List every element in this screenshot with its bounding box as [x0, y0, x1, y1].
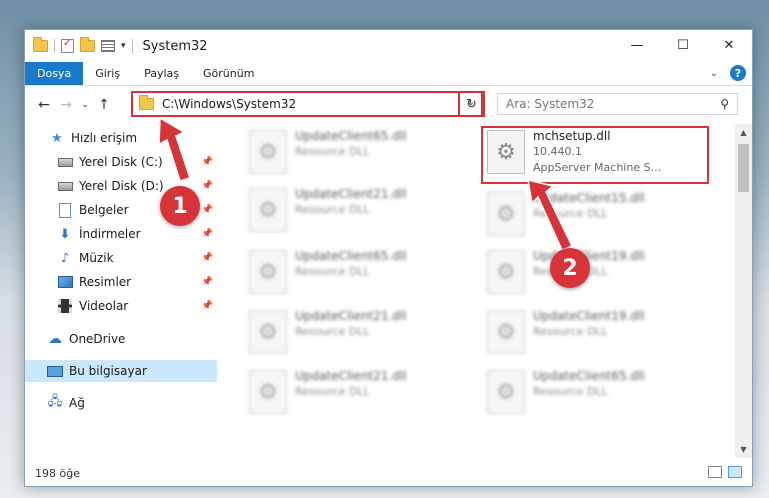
- step-1-badge: 1: [160, 186, 200, 226]
- arrow-1-icon: [158, 116, 191, 182]
- annotation-arrows: [158, 116, 574, 251]
- step-2-badge: 2: [550, 248, 590, 288]
- arrow-2-icon: [527, 179, 574, 251]
